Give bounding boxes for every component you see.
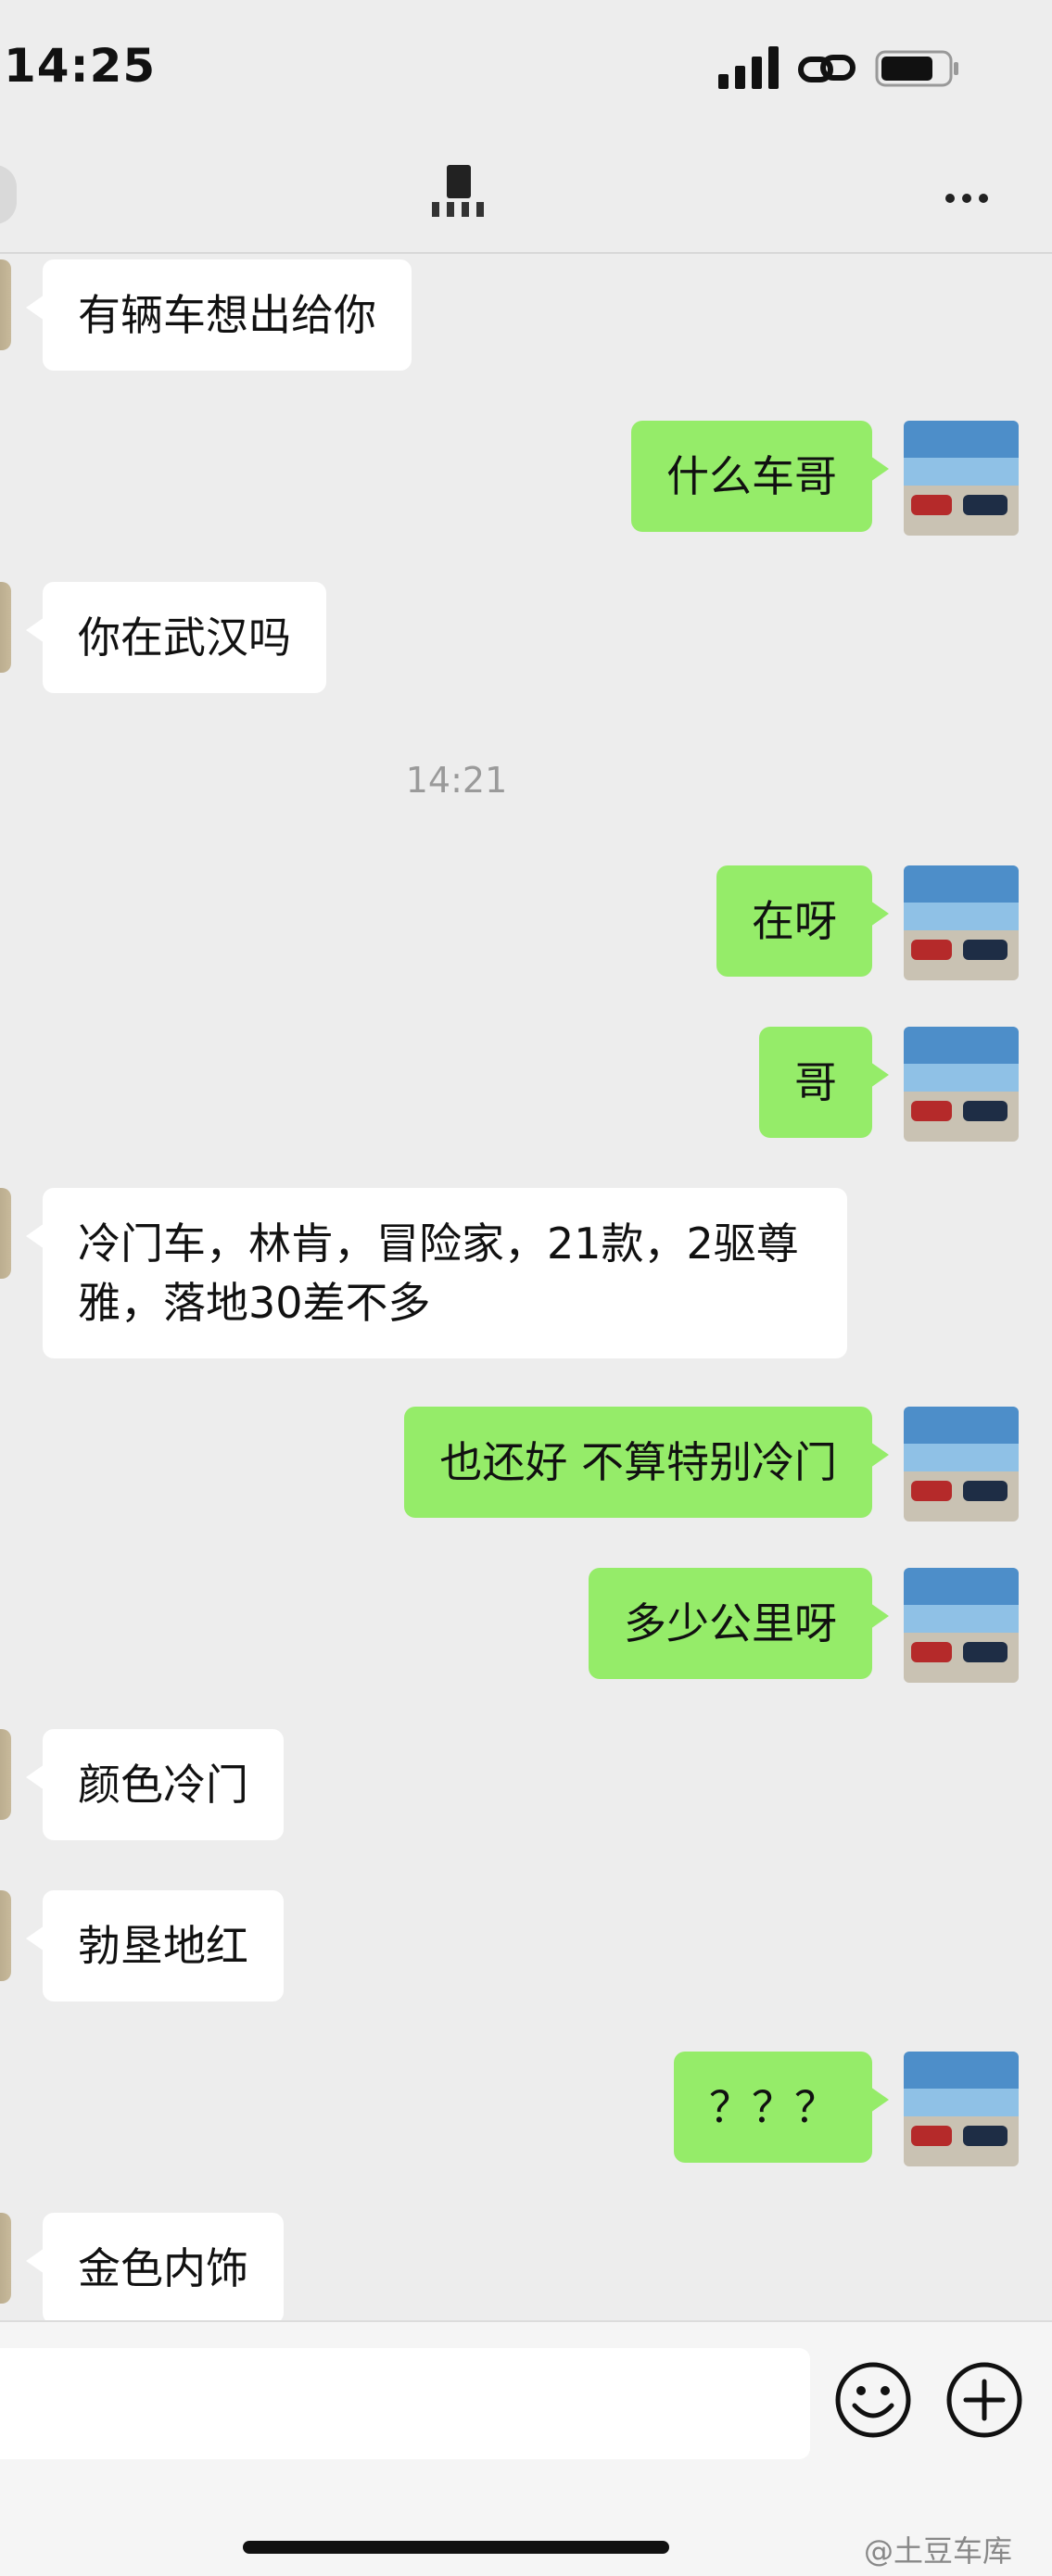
emoji-icon[interactable]	[834, 2361, 912, 2439]
my-avatar[interactable]	[904, 865, 1019, 980]
my-avatar[interactable]	[904, 1568, 1019, 1683]
contact-avatar[interactable]	[0, 1890, 11, 1981]
message-outgoing[interactable]: ？？？	[674, 2052, 889, 2163]
message-incoming[interactable]: 颜色冷门	[26, 1729, 284, 1840]
contact-avatar[interactable]	[0, 582, 11, 673]
battery-icon	[875, 50, 958, 87]
more-icon[interactable]	[945, 185, 995, 208]
status-time: 14:25	[4, 39, 157, 93]
my-avatar[interactable]	[904, 1407, 1019, 1522]
contact-avatar[interactable]	[0, 1729, 11, 1820]
my-avatar[interactable]	[904, 1027, 1019, 1142]
message-incoming[interactable]: 有辆车想出给你	[26, 259, 412, 371]
watermark: @土豆车库	[864, 2533, 1013, 2569]
message-incoming[interactable]: 勃垦地红	[26, 1890, 284, 2001]
link-icon	[798, 55, 856, 82]
plus-icon[interactable]	[945, 2361, 1023, 2439]
message-outgoing[interactable]: 多少公里呀	[589, 1568, 889, 1679]
my-avatar[interactable]	[904, 421, 1019, 536]
status-bar: 14:25	[0, 0, 1052, 139]
my-avatar[interactable]	[904, 2052, 1019, 2166]
contact-avatar[interactable]	[0, 2213, 11, 2304]
timestamp: 14:21	[405, 760, 508, 801]
input-bar: @土豆车库	[0, 2320, 1052, 2576]
message-input[interactable]	[0, 2348, 810, 2459]
chat-area: 14:21 有辆车想出给你 什么车哥 你在武汉吗 在呀 哥 冷门车，林肯，冒险家…	[0, 252, 1052, 2320]
message-outgoing[interactable]: 哥	[759, 1027, 889, 1138]
home-indicator[interactable]	[243, 2541, 669, 2554]
back-button[interactable]	[0, 165, 17, 224]
message-incoming[interactable]: 金色内饰	[26, 2213, 284, 2320]
contact-avatar-title	[432, 165, 484, 217]
contact-avatar[interactable]	[0, 1188, 11, 1279]
message-outgoing[interactable]: 什么车哥	[631, 421, 889, 532]
contact-avatar[interactable]	[0, 259, 11, 350]
message-outgoing[interactable]: 在呀	[716, 865, 889, 977]
chat-header	[0, 139, 1052, 254]
message-incoming[interactable]: 你在武汉吗	[26, 582, 326, 693]
signal-icon	[718, 46, 779, 89]
message-outgoing[interactable]: 也还好 不算特别冷门	[404, 1407, 889, 1518]
message-incoming[interactable]: 冷门车，林肯，冒险家，21款，2驱尊雅，落地30差不多	[26, 1188, 847, 1358]
